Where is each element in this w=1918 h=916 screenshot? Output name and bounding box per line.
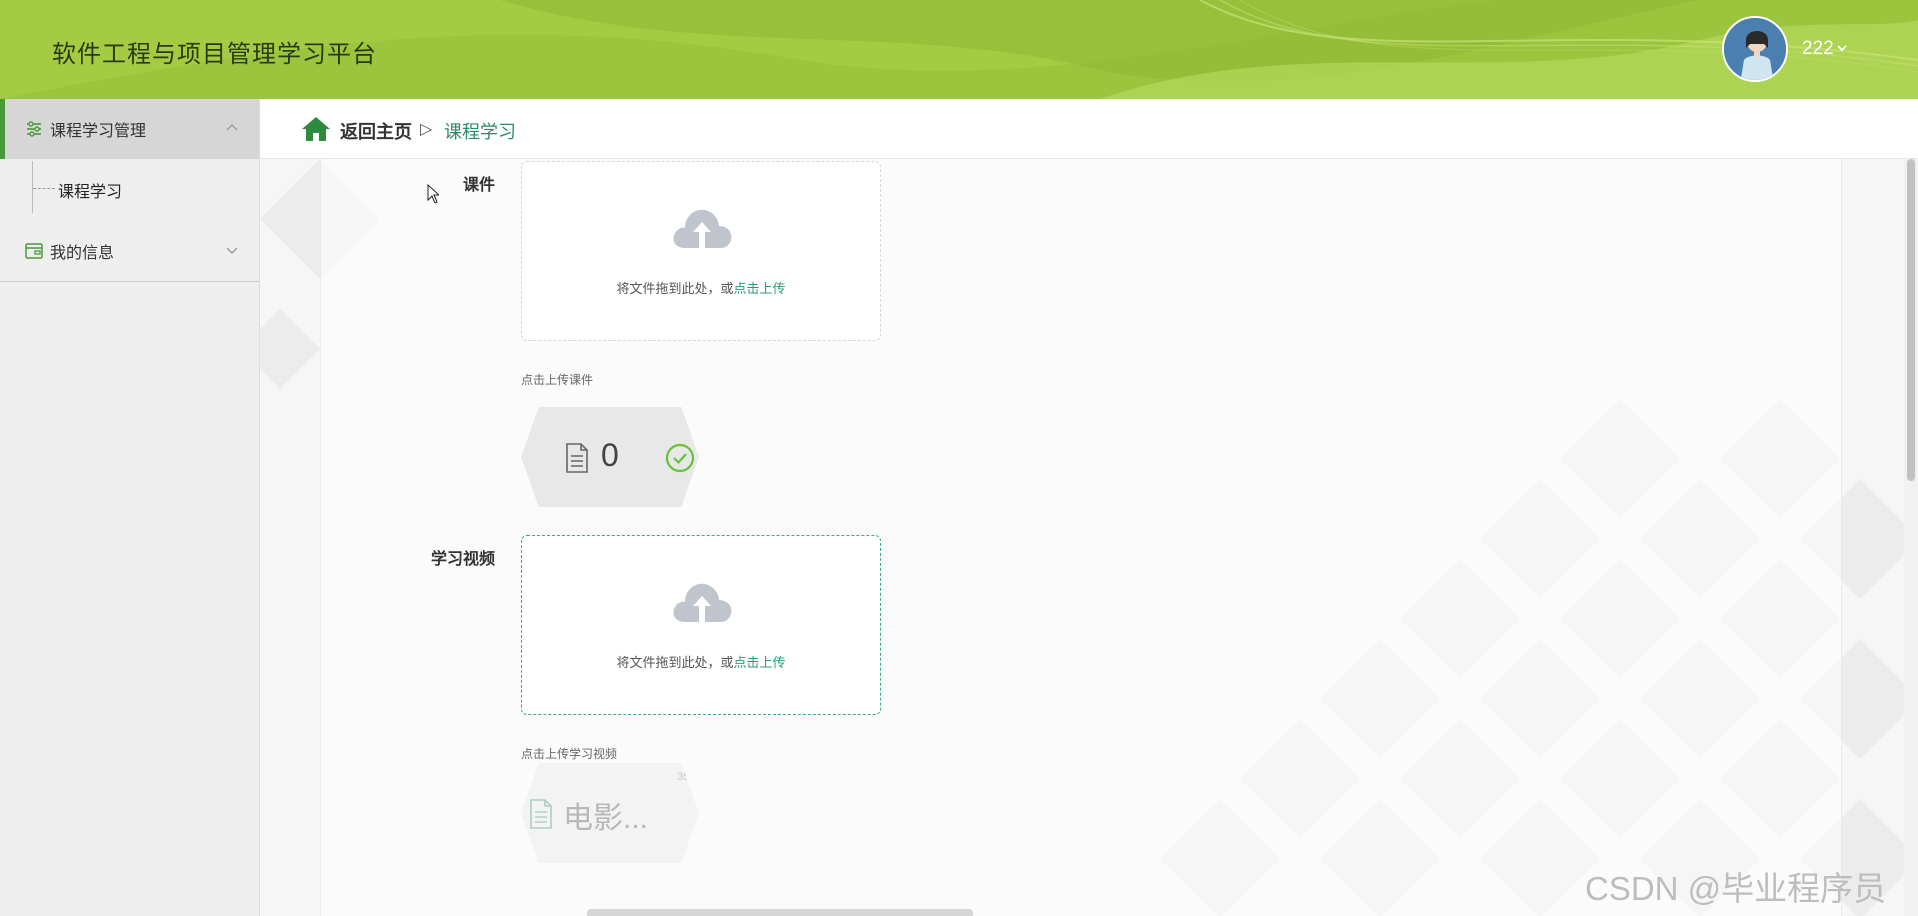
upload-cloud-icon	[673, 583, 732, 622]
click-upload-link[interactable]: 点击上传	[734, 281, 786, 296]
sidebar-divider	[0, 281, 259, 282]
user-name[interactable]: 222	[1802, 38, 1834, 60]
top-header: 软件工程与项目管理学习平台 222	[0, 0, 1918, 99]
courseware-dropzone[interactable]: 将文件拖到此处，或点击上传	[521, 161, 881, 341]
video-file-name: 电影...	[563, 802, 649, 835]
video-dropzone[interactable]: 将文件拖到此处，或点击上传	[521, 535, 881, 715]
menu-label: 我的信息	[50, 245, 115, 262]
check-circle-icon	[665, 443, 695, 473]
upload-cloud-icon	[673, 209, 732, 248]
submenu-course-study: 课程学习	[0, 159, 259, 221]
breadcrumb-separator: ▷	[420, 121, 433, 138]
click-upload-link[interactable]: 点击上传	[734, 655, 786, 670]
scrollbar-thumb[interactable]	[1907, 159, 1915, 481]
dropzone-text: 将文件拖到此处，或点击上传	[522, 652, 880, 671]
user-avatar[interactable]	[1722, 16, 1788, 82]
sliders-icon	[27, 121, 41, 137]
mouse-cursor-icon	[427, 184, 439, 204]
next-field-bar	[587, 909, 973, 916]
watermark: CSDN @毕业程序员	[1585, 870, 1887, 907]
chevron-up-icon	[226, 124, 238, 131]
upload-form: 课件 将文件拖到此处，或点击上传 点击上传课件 0 学习视频 将文件拖到此处，或…	[320, 159, 1842, 916]
page-scrollbar[interactable]	[1904, 159, 1918, 916]
dropzone-text: 将文件拖到此处，或点击上传	[522, 278, 880, 297]
menu-my-info[interactable]: 我的信息	[0, 221, 259, 281]
video-file-number: 35	[677, 771, 690, 783]
video-tip: 点击上传学习视频	[521, 747, 618, 761]
dropzone-hint: 将文件拖到此处，或	[616, 655, 734, 670]
courseware-label: 课件	[462, 177, 495, 194]
courseware-tip: 点击上传课件	[521, 373, 594, 387]
breadcrumb: 返回主页 ▷ 课程学习	[260, 99, 1918, 159]
sidebar-item-course-study[interactable]: 课程学习	[58, 178, 122, 202]
menu-label: 课程学习管理	[50, 123, 147, 140]
tree-line	[32, 161, 33, 213]
breadcrumb-home-link[interactable]: 返回主页	[340, 118, 412, 144]
dropzone-hint: 将文件拖到此处，或	[616, 281, 734, 296]
tree-branch	[33, 188, 55, 189]
document-icon	[566, 443, 588, 473]
breadcrumb-current: 课程学习	[444, 122, 516, 142]
menu-course-study-management[interactable]: 课程学习管理	[0, 99, 259, 159]
document-icon	[530, 799, 552, 829]
wallet-icon	[25, 243, 43, 259]
video-label: 学习视频	[430, 551, 495, 568]
courseware-file-item[interactable]: 0	[521, 407, 699, 507]
sidebar: 课程学习管理 课程学习 我的信息	[0, 99, 260, 916]
main-content: 课件 将文件拖到此处，或点击上传 点击上传课件 0 学习视频 将文件拖到此处，或…	[260, 159, 1904, 916]
chevron-down-icon	[226, 247, 238, 254]
video-file-item[interactable]: 电影... 35	[521, 763, 699, 863]
app-title: 软件工程与项目管理学习平台	[52, 41, 377, 68]
home-icon[interactable]	[301, 116, 331, 142]
chevron-down-icon[interactable]	[1836, 42, 1848, 54]
file-count: 0	[601, 437, 619, 473]
